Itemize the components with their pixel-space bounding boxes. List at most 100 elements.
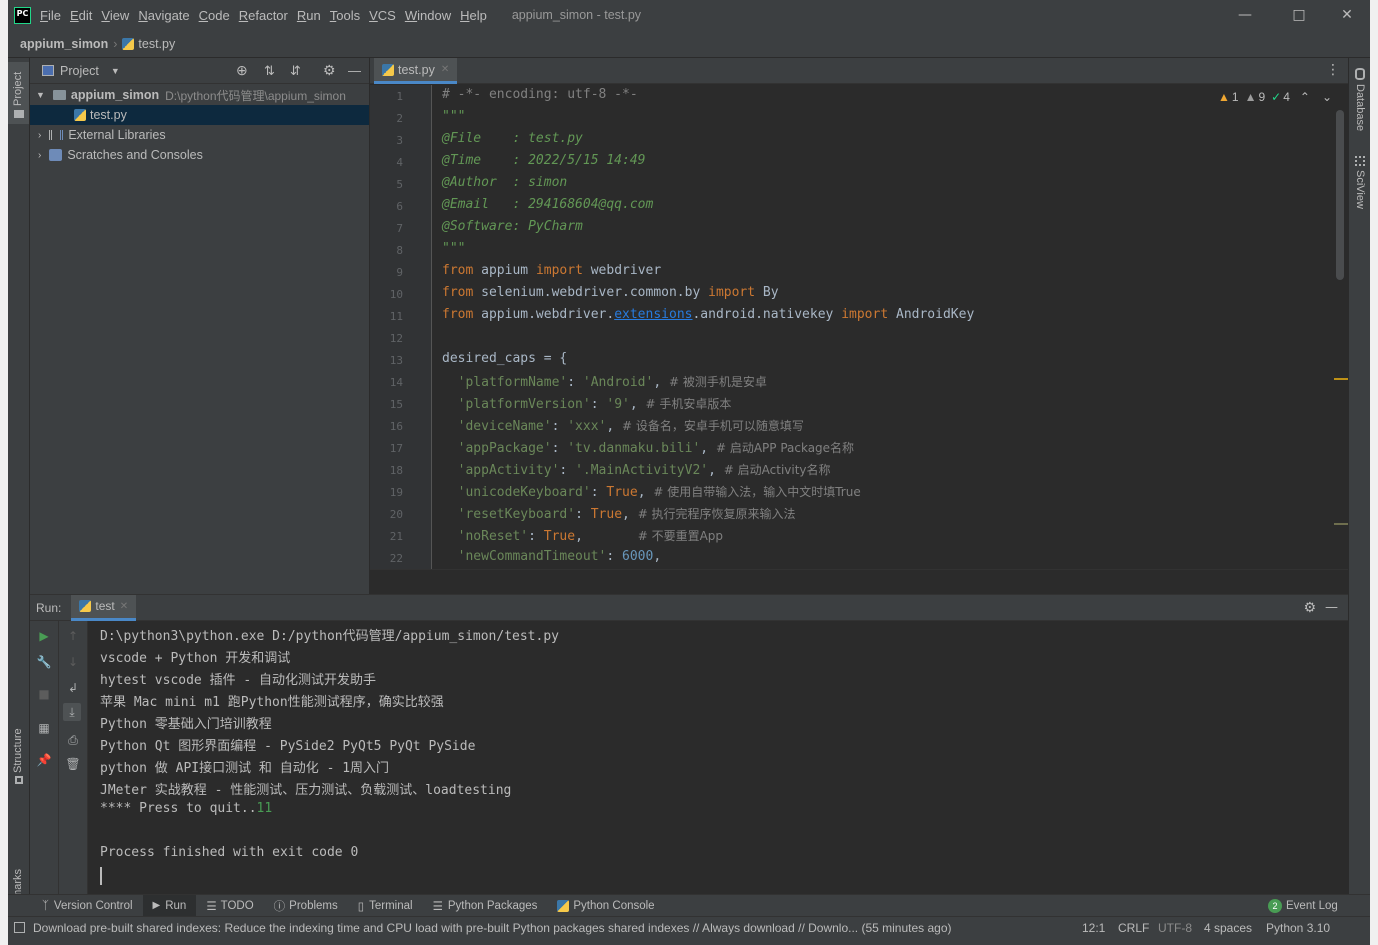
close-button[interactable]: ✕ xyxy=(1324,0,1370,30)
file-encoding[interactable]: UTF-8 xyxy=(1158,921,1192,935)
tab-python-console[interactable]: Python Console xyxy=(547,895,664,917)
code-token: 'Android' xyxy=(582,375,654,390)
database-tool-label[interactable]: Database xyxy=(1354,84,1366,131)
line-separator[interactable]: CRLF xyxy=(1118,921,1149,935)
code-line: @Software: PyCharm xyxy=(442,219,583,234)
text-cursor xyxy=(100,867,102,885)
code-token: '9' xyxy=(606,397,630,412)
project-tool-label: Project xyxy=(12,71,24,106)
code-line: 'platformVersion': '9', # 手机安卓版本 xyxy=(457,397,732,412)
tree-item-project-root[interactable]: ▼ appium_simon D:\python代码管理\appium_simo… xyxy=(30,85,369,105)
tree-external-label: External Libraries xyxy=(68,128,166,142)
status-message[interactable]: Download pre-built shared indexes: Reduc… xyxy=(33,921,1063,935)
menu-help[interactable]: Help xyxy=(460,8,487,23)
code-token: import xyxy=(708,285,756,300)
minimize-button[interactable]: — xyxy=(1222,0,1268,30)
packages-icon: ☰ xyxy=(432,900,443,913)
cursor-position[interactable]: 12:1 xyxy=(1082,921,1105,935)
console-line: vscode + Python 开发和调试 xyxy=(100,651,291,666)
editor-tab-test-py[interactable]: test.py ✕ xyxy=(374,58,458,84)
collapse-all-icon[interactable]: ⇵ xyxy=(290,63,301,79)
event-log-button[interactable]: 2 Event Log xyxy=(1258,895,1348,917)
run-tab-test[interactable]: test ✕ xyxy=(71,594,137,621)
tab-label: Python Console xyxy=(573,899,655,912)
project-panel-title[interactable]: Project xyxy=(60,64,99,78)
code-token: True xyxy=(606,485,638,500)
code-token: 'unicodeKeyboard' xyxy=(457,485,591,500)
code-token: from xyxy=(442,263,474,278)
tab-todo[interactable]: ☰ TODO xyxy=(196,895,263,917)
structure-tool-label[interactable]: Structure xyxy=(12,728,24,773)
code-token: '.MainActivityV2' xyxy=(575,463,709,478)
status-panel-toggle-icon[interactable] xyxy=(14,922,25,933)
error-stripe-marker[interactable] xyxy=(1334,378,1348,380)
breadcrumb-project[interactable]: appium_simon xyxy=(20,37,108,51)
code-line: @Email : 294168604@qq.com xyxy=(442,197,654,212)
project-panel-header: Project ▼ ⊕ ⇅ ⇵ ⚙ — xyxy=(30,58,369,84)
code-comment: # 启动APP Package名称 xyxy=(715,441,855,455)
chevron-right-icon: › xyxy=(38,129,42,141)
code-token: 'platformVersion' xyxy=(457,397,591,412)
maximize-button[interactable]: □ xyxy=(1276,0,1322,30)
error-stripe-marker[interactable] xyxy=(1334,523,1348,525)
code-token[interactable]: extensions xyxy=(614,307,692,322)
folder-icon xyxy=(52,90,66,100)
menu-file[interactable]: File xyxy=(40,8,61,23)
code-token: appium.webdriver. xyxy=(473,307,615,322)
tab-version-control[interactable]: ᛉ Version Control xyxy=(32,895,143,917)
locate-icon[interactable]: ⊕ xyxy=(236,62,248,79)
console-line: D:\python3\python.exe D:/python代码管理/appi… xyxy=(100,629,559,644)
tab-label: Terminal xyxy=(369,899,413,912)
hide-panel-icon[interactable]: — xyxy=(348,63,361,78)
menu-code[interactable]: Code xyxy=(199,8,230,23)
hide-panel-icon[interactable]: — xyxy=(1325,600,1338,615)
menu-tools[interactable]: Tools xyxy=(330,8,360,23)
editor-horizontal-border xyxy=(370,569,1348,594)
expand-all-icon[interactable]: ⇅ xyxy=(264,63,275,79)
desktop-background xyxy=(0,0,8,945)
tree-item-scratches[interactable]: › Scratches and Consoles xyxy=(30,145,369,165)
console-user-input: 11 xyxy=(256,801,273,816)
code-token: 'deviceName' xyxy=(457,419,552,434)
more-options-icon[interactable]: ⋮ xyxy=(1326,62,1340,78)
code-line: """ xyxy=(442,109,466,124)
tab-label: Python Packages xyxy=(447,899,538,912)
close-icon[interactable]: ✕ xyxy=(441,64,449,75)
editor-scrollbar[interactable] xyxy=(1336,110,1344,280)
code-line: 'noReset': True, # 不要重置App xyxy=(457,529,724,544)
indent-setting[interactable]: 4 spaces xyxy=(1204,921,1252,935)
code-token: 'appPackage' xyxy=(457,441,552,456)
menu-run[interactable]: Run xyxy=(297,8,321,23)
code-area[interactable]: # -*- encoding: utf-8 -*- """ @File : te… xyxy=(370,85,1348,569)
tab-terminal[interactable]: ▯ Terminal xyxy=(348,895,423,917)
menu-view[interactable]: View xyxy=(101,8,129,23)
menu-window[interactable]: Window xyxy=(405,8,451,23)
settings-gear-icon[interactable]: ⚙ xyxy=(323,62,336,79)
tab-problems[interactable]: ⓘ Problems xyxy=(264,895,348,917)
code-token: 'resetKeyboard' xyxy=(457,507,576,522)
sciview-tool-label[interactable]: SciView xyxy=(1354,170,1366,209)
code-token: 'tv.danmaku.bili' xyxy=(567,441,701,456)
breadcrumb-separator-icon: › xyxy=(113,36,118,51)
menu-edit[interactable]: Edit xyxy=(70,8,92,23)
code-token: from xyxy=(442,307,474,322)
python-interpreter[interactable]: Python 3.10 xyxy=(1266,921,1330,935)
tree-item-external-libraries[interactable]: › External Libraries xyxy=(30,125,369,145)
menu-vcs[interactable]: VCS xyxy=(369,8,396,23)
menu-navigate[interactable]: Navigate xyxy=(138,8,189,23)
console-line: 苹果 Mac mini m1 跑Python性能测试程序，确实比较强 xyxy=(100,695,444,710)
breadcrumb-file[interactable]: test.py xyxy=(138,37,175,51)
tree-item-test-py[interactable]: test.py xyxy=(30,105,369,125)
console-output[interactable]: D:\python3\python.exe D:/python代码管理/appi… xyxy=(30,621,1348,895)
close-icon[interactable]: ✕ xyxy=(120,601,128,612)
python-console-icon xyxy=(557,899,570,912)
menu-refactor[interactable]: Refactor xyxy=(239,8,288,23)
tab-label: Version Control xyxy=(53,899,133,912)
tab-run[interactable]: ▶ Run xyxy=(142,894,197,917)
chevron-down-icon[interactable]: ▼ xyxy=(111,66,120,76)
code-editor: test.py ✕ ⋮ ▲ 1 ▲ 9 ✓ 4 ⌃ ⌄ 1 2 3 4 5 6 … xyxy=(370,58,1348,594)
settings-gear-icon[interactable]: ⚙ xyxy=(1303,600,1316,616)
bottom-tool-tabs: ᛉ Version Control ▶ Run ☰ TODO ⓘ Problem… xyxy=(8,894,1370,917)
console-line: hytest vscode 插件 - 自动化测试开发助手 xyxy=(100,673,377,688)
tab-python-packages[interactable]: ☰ Python Packages xyxy=(423,895,548,917)
